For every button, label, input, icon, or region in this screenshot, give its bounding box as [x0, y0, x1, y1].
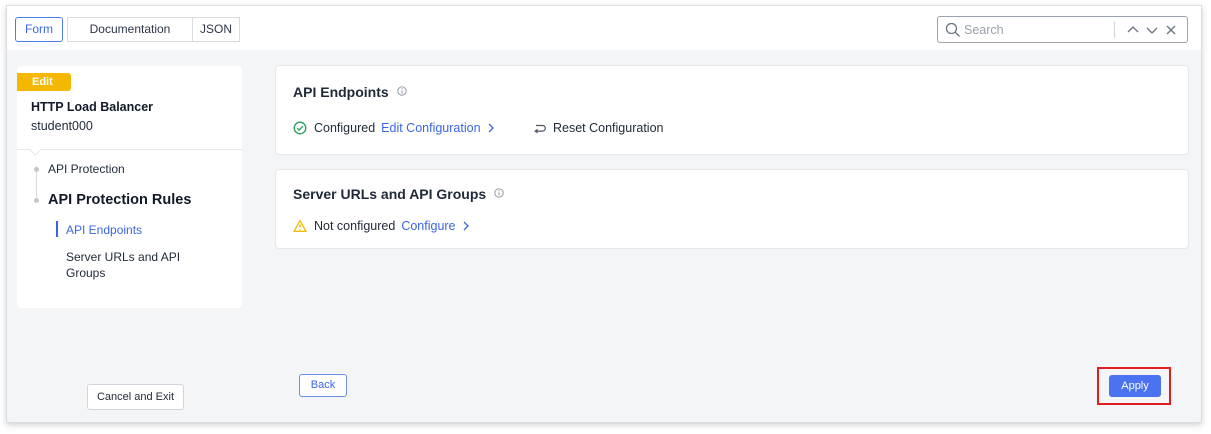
- section-card-server-urls: Server URLs and API Groups Not configure…: [275, 169, 1189, 249]
- status-row: Not configured Configure: [293, 219, 470, 233]
- tab-documentation[interactable]: Documentation: [67, 17, 193, 42]
- section-card-api-endpoints: API Endpoints Configured Edit Configurat…: [275, 65, 1189, 155]
- chevron-right-icon[interactable]: [462, 221, 470, 231]
- chevron-down-icon[interactable]: [1145, 22, 1159, 38]
- sidebar-divider: [17, 149, 242, 150]
- tree-dot: [34, 167, 39, 172]
- reset-configuration-label: Reset Configuration: [553, 121, 664, 135]
- edit-badge: Edit: [17, 73, 71, 91]
- sidebar-card: Edit HTTP Load Balancer student000 API P…: [17, 66, 242, 308]
- chevron-up-icon[interactable]: [1126, 22, 1140, 38]
- app-window: Form Documentation JSON Search Edit HTTP: [6, 5, 1202, 423]
- tab-form[interactable]: Form: [15, 17, 63, 42]
- tab-json[interactable]: JSON: [192, 17, 240, 42]
- section-title: API Endpoints: [293, 84, 389, 100]
- info-icon[interactable]: [396, 86, 407, 96]
- divider-notch: [29, 143, 42, 156]
- reset-configuration-button[interactable]: Reset Configuration: [532, 121, 663, 135]
- info-icon[interactable]: [494, 188, 504, 198]
- back-button[interactable]: Back: [299, 374, 347, 397]
- section-title-wrap: API Endpoints: [293, 84, 407, 100]
- object-type: HTTP Load Balancer: [31, 100, 154, 114]
- reset-icon: [534, 124, 546, 134]
- cancel-and-exit-button[interactable]: Cancel and Exit: [87, 384, 184, 410]
- sidebar-item-api-protection-rules[interactable]: API Protection Rules: [48, 192, 191, 208]
- check-circle-icon: [293, 121, 307, 135]
- search-divider: [1114, 22, 1115, 38]
- search-box[interactable]: Search: [937, 16, 1188, 43]
- object-name: student000: [31, 119, 93, 133]
- sidebar-item-api-protection[interactable]: API Protection: [48, 162, 125, 176]
- tree-dot: [34, 198, 39, 203]
- sidebar-item-server-urls[interactable]: Server URLs and API Groups: [66, 249, 206, 281]
- status-text: Not configured: [314, 219, 396, 233]
- search-input[interactable]: Search: [964, 23, 1004, 37]
- search-icon: [945, 22, 960, 37]
- apply-button[interactable]: Apply: [1109, 375, 1161, 397]
- active-indicator: [56, 221, 58, 237]
- status-text: Configured: [314, 121, 376, 135]
- section-title-wrap: Server URLs and API Groups: [293, 186, 504, 202]
- close-icon[interactable]: [1164, 22, 1178, 38]
- sidebar-item-api-endpoints[interactable]: API Endpoints: [66, 223, 142, 237]
- chevron-right-icon[interactable]: [487, 123, 495, 133]
- status-row: Configured Edit Configuration: [293, 121, 495, 135]
- edit-configuration-link[interactable]: Edit Configuration: [381, 121, 480, 135]
- section-title: Server URLs and API Groups: [293, 186, 487, 202]
- top-toolbar: Form Documentation JSON Search: [7, 6, 1201, 50]
- configure-link[interactable]: Configure: [401, 219, 455, 233]
- warning-icon: [293, 219, 307, 233]
